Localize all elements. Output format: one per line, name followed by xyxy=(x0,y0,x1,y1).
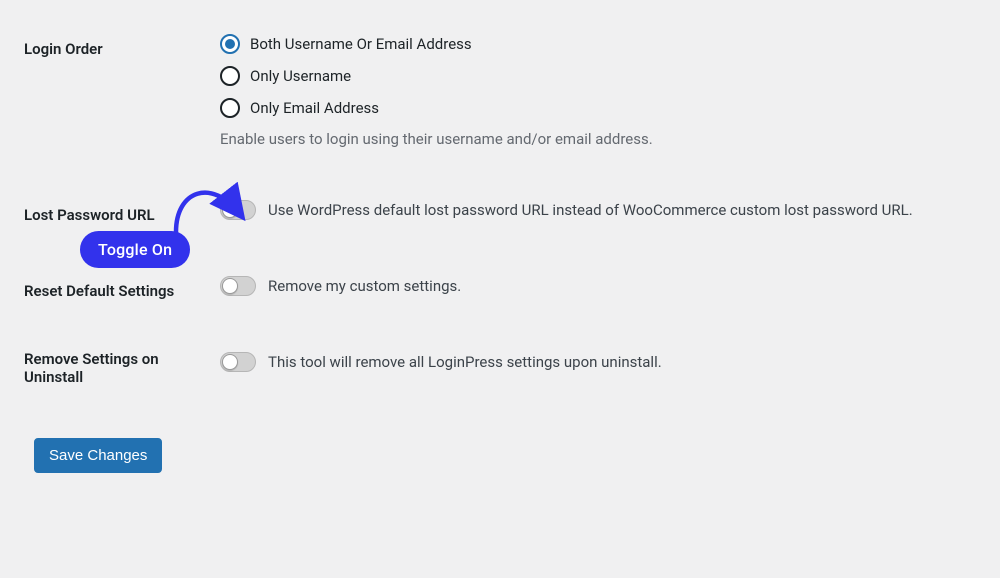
reset-defaults-toggle[interactable] xyxy=(220,276,256,296)
radio-icon[interactable] xyxy=(220,66,240,86)
remove-uninstall-toggle-row: This tool will remove all LoginPress set… xyxy=(220,352,1000,372)
reset-defaults-toggle-label: Remove my custom settings. xyxy=(268,277,461,295)
lost-password-toggle-row: Use WordPress default lost password URL … xyxy=(220,200,1000,220)
remove-uninstall-toggle-label: This tool will remove all LoginPress set… xyxy=(268,353,662,371)
toggle-knob-icon xyxy=(222,354,238,370)
radio-icon[interactable] xyxy=(220,34,240,54)
annotation-pill: Toggle On xyxy=(80,231,190,268)
radio-label: Only Email Address xyxy=(250,99,379,117)
radio-icon[interactable] xyxy=(220,98,240,118)
radio-option-username[interactable]: Only Username xyxy=(220,66,1000,86)
toggle-knob-icon xyxy=(222,202,238,218)
reset-defaults-label: Reset Default Settings xyxy=(0,270,220,300)
radio-option-email[interactable]: Only Email Address xyxy=(220,98,1000,118)
radio-label: Only Username xyxy=(250,67,351,85)
radio-label: Both Username Or Email Address xyxy=(250,35,472,53)
setting-remove-on-uninstall: Remove Settings on Uninstall This tool w… xyxy=(0,340,1000,392)
login-order-help: Enable users to login using their userna… xyxy=(220,130,1000,148)
remove-uninstall-toggle[interactable] xyxy=(220,352,256,372)
lost-password-label: Lost Password URL xyxy=(0,194,220,224)
toggle-knob-icon xyxy=(222,278,238,294)
login-order-options: Both Username Or Email Address Only User… xyxy=(220,28,1000,148)
lost-password-toggle[interactable] xyxy=(220,200,256,220)
remove-uninstall-label: Remove Settings on Uninstall xyxy=(0,346,220,386)
setting-login-order: Login Order Both Username Or Email Addre… xyxy=(0,22,1000,154)
reset-defaults-toggle-row: Remove my custom settings. xyxy=(220,276,1000,296)
setting-reset-defaults: Reset Default Settings Remove my custom … xyxy=(0,264,1000,306)
setting-lost-password-url: Lost Password URL Use WordPress default … xyxy=(0,188,1000,230)
lost-password-toggle-label: Use WordPress default lost password URL … xyxy=(268,201,913,219)
save-changes-button[interactable]: Save Changes xyxy=(34,438,162,473)
login-order-label: Login Order xyxy=(0,28,220,58)
radio-option-both[interactable]: Both Username Or Email Address xyxy=(220,34,1000,54)
